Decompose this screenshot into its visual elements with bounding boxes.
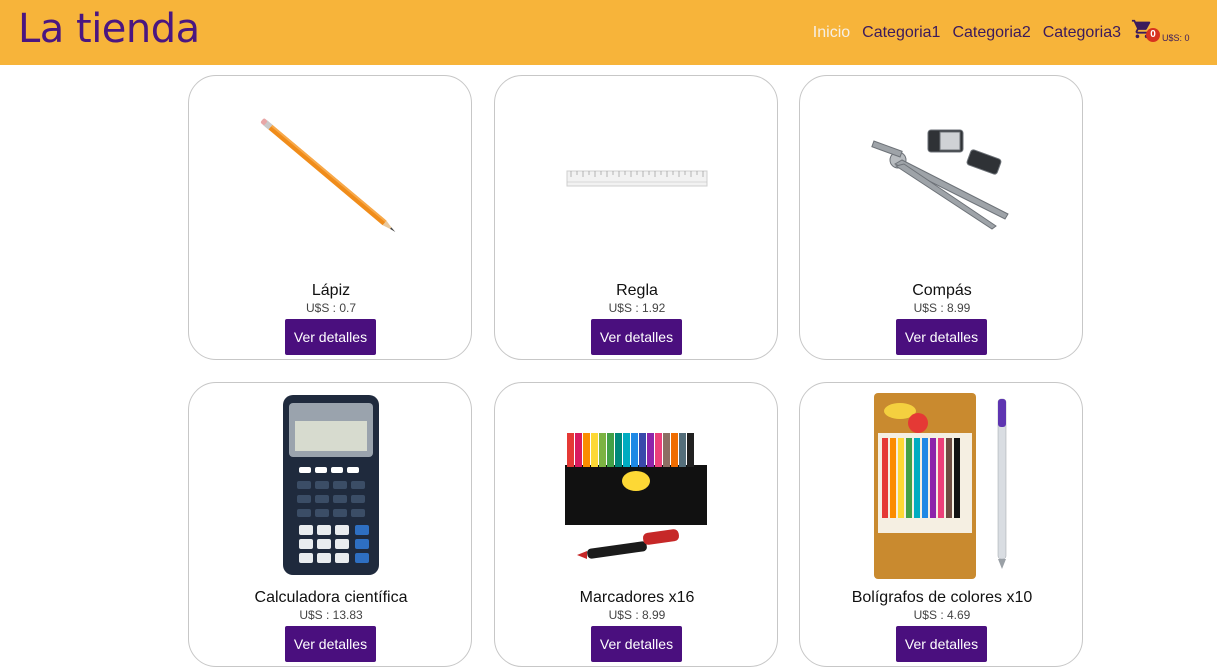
- nav-links: Inicio Categoria1 Categoria2 Categoria3 …: [801, 18, 1191, 48]
- nav-link-categoria2[interactable]: Categoria2: [952, 24, 1030, 42]
- cart-total: U$S: 0: [1162, 33, 1190, 43]
- product-price: U$S : 1.92: [608, 301, 666, 315]
- product-price: U$S : 4.69: [913, 608, 971, 622]
- calculator-image: [283, 395, 379, 575]
- compass-image: [871, 129, 1009, 230]
- product-card: Bolígrafos de colores x10 U$S : 4.69 Ver…: [799, 382, 1083, 667]
- pens-image: [874, 393, 1007, 579]
- product-price: U$S : 8.99: [608, 608, 666, 622]
- product-card: Regla U$S : 1.92 Ver detalles: [494, 75, 778, 360]
- product-name: Lápiz: [311, 282, 351, 299]
- product-card: Calculadora científica U$S : 13.83 Ver d…: [188, 382, 472, 667]
- view-details-button[interactable]: Ver detalles: [591, 319, 682, 355]
- cart-count-badge: 0: [1146, 28, 1160, 42]
- product-price: U$S : 13.83: [299, 608, 363, 622]
- view-details-button[interactable]: Ver detalles: [285, 319, 376, 355]
- product-card: Compás U$S : 8.99 Ver detalles: [799, 75, 1083, 360]
- brand-title[interactable]: La tienda: [18, 6, 200, 52]
- product-name: Marcadores x16: [579, 589, 695, 606]
- product-card: Lápiz U$S : 0.7 Ver detalles: [188, 75, 472, 360]
- view-details-button[interactable]: Ver detalles: [896, 319, 987, 355]
- view-details-button[interactable]: Ver detalles: [591, 626, 682, 662]
- view-details-button[interactable]: Ver detalles: [896, 626, 987, 662]
- product-name: Compás: [912, 282, 972, 299]
- product-card: Marcadores x16 U$S : 8.99 Ver detalles: [494, 382, 778, 667]
- pencil-image: [260, 118, 396, 232]
- cart-button[interactable]: 0 U$S: 0: [1131, 18, 1191, 48]
- product-name: Bolígrafos de colores x10: [851, 589, 1033, 606]
- ruler-image: [566, 170, 708, 187]
- nav-link-categoria3[interactable]: Categoria3: [1043, 24, 1121, 42]
- nav-link-categoria1[interactable]: Categoria1: [862, 24, 940, 42]
- product-name: Regla: [616, 282, 658, 299]
- markers-image: [565, 433, 707, 559]
- product-price: U$S : 8.99: [913, 301, 971, 315]
- view-details-button[interactable]: Ver detalles: [285, 626, 376, 662]
- nav-link-inicio[interactable]: Inicio: [813, 24, 850, 42]
- navbar: La tienda Inicio Categoria1 Categoria2 C…: [0, 0, 1217, 65]
- product-price: U$S : 0.7: [305, 301, 357, 315]
- product-name: Calculadora científica: [254, 589, 408, 606]
